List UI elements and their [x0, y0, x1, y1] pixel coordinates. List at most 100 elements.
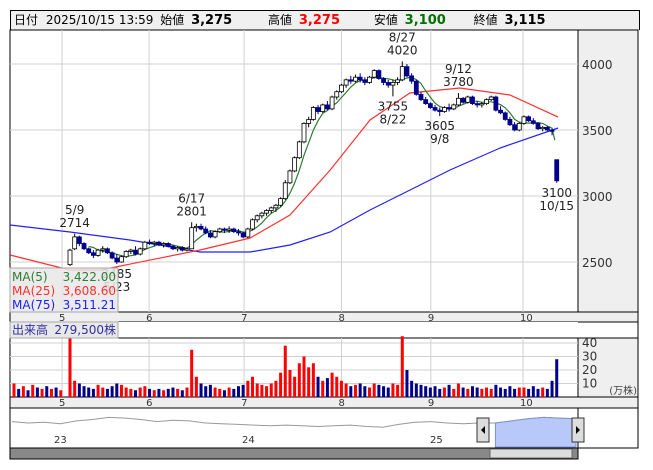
volume-bar — [391, 383, 395, 397]
candle — [170, 245, 176, 250]
volume-bar — [297, 363, 301, 397]
volume-bar — [325, 378, 329, 397]
volume-bar — [288, 370, 292, 397]
volume-bar — [232, 388, 236, 397]
volume-bar — [485, 387, 489, 397]
candle — [409, 75, 415, 82]
volume-bar — [222, 390, 226, 397]
volume-bar — [311, 363, 315, 397]
volume-bar — [522, 387, 526, 397]
candle — [324, 104, 330, 110]
volume-bar — [527, 388, 531, 397]
candle — [554, 159, 560, 182]
volume-bar — [138, 387, 142, 397]
candle — [385, 82, 391, 86]
candle — [119, 256, 124, 263]
price-annotation: 2801 — [176, 204, 207, 218]
volume-bar — [555, 359, 559, 397]
candle — [123, 251, 129, 258]
candle — [254, 215, 260, 221]
price-annotation: 8/27 — [389, 30, 416, 44]
candle — [156, 241, 162, 246]
volume-bar — [475, 387, 479, 397]
month-axis-strip — [9, 311, 639, 323]
month-tick-label: 6 — [146, 398, 152, 409]
candlestick-chart[interactable]: 250030003500400010203040556677889910105/… — [0, 0, 653, 470]
volume-bar — [321, 380, 325, 397]
volume-bar — [96, 384, 100, 397]
candle — [516, 123, 522, 131]
volume-bar — [349, 386, 353, 397]
candle — [217, 228, 223, 233]
stock-chart-window: 日付 2025/10/15 13:59 始値 3,275 高値 3,275 安値… — [0, 0, 653, 470]
month-tick-label: 5 — [59, 398, 65, 409]
candle — [240, 232, 246, 238]
ma75-value: 3,511.21 — [63, 298, 116, 312]
month-tick-label: 10 — [520, 398, 533, 409]
candle — [413, 80, 419, 95]
volume-bar — [541, 387, 545, 397]
candle — [320, 104, 326, 112]
candle — [193, 225, 199, 229]
candle — [427, 103, 433, 108]
candle — [198, 225, 204, 230]
volume-bar — [45, 386, 49, 397]
volume-bar — [77, 383, 81, 397]
month-tick-label: 7 — [241, 313, 247, 324]
price-annotation: 3100 — [541, 186, 572, 200]
month-tick-label: 6 — [146, 313, 152, 324]
month-tick-label: 8 — [338, 398, 344, 409]
volume-bar — [531, 386, 535, 397]
volume-bar — [17, 388, 21, 397]
volume-bar — [353, 384, 357, 397]
candle — [245, 228, 251, 238]
volume-bar — [424, 386, 428, 397]
volume-bar — [494, 384, 498, 397]
volume-label: 出来高 — [12, 322, 48, 337]
volume-bar — [470, 386, 474, 397]
price-tick-label: 3500 — [582, 124, 613, 138]
volume-bar — [68, 336, 72, 397]
volume-tick-label: 10 — [582, 377, 597, 391]
candle — [231, 228, 237, 233]
volume-bar — [241, 384, 245, 397]
month-tick-label: 7 — [241, 398, 247, 409]
candle — [273, 204, 279, 209]
candle — [502, 112, 508, 120]
volume-bar — [49, 388, 53, 397]
candle — [334, 91, 340, 98]
volume-bar — [307, 367, 311, 397]
candle — [306, 119, 312, 124]
candle — [399, 66, 405, 81]
volume-bar — [274, 380, 278, 397]
volume-bar — [368, 387, 372, 397]
price-tick-label: 2500 — [582, 256, 613, 270]
candle — [278, 198, 284, 206]
candle — [465, 96, 471, 103]
candle — [353, 76, 358, 82]
candle — [292, 157, 298, 172]
candle — [488, 96, 494, 101]
volume-bar — [382, 386, 386, 397]
volume-bar — [73, 380, 77, 397]
volume-bar — [489, 388, 493, 397]
volume-tick-label: 30 — [582, 350, 597, 364]
candle — [446, 107, 452, 110]
candle — [526, 116, 532, 122]
volume-bar — [251, 376, 255, 397]
volume-bar — [124, 387, 128, 397]
ma25-label: MA(25) — [12, 284, 55, 298]
candle — [109, 252, 115, 259]
volume-bar — [499, 387, 503, 397]
volume-bar — [339, 380, 343, 397]
scrollbar-thumb[interactable] — [489, 448, 573, 459]
candle — [362, 79, 368, 83]
volume-bar — [26, 390, 30, 397]
volume-bar — [185, 387, 189, 397]
candle — [128, 249, 134, 252]
price-annotation: 6/17 — [178, 191, 205, 205]
candle — [329, 96, 335, 110]
volume-bar — [269, 383, 273, 397]
candle — [91, 252, 96, 256]
volume-bar — [293, 376, 297, 397]
